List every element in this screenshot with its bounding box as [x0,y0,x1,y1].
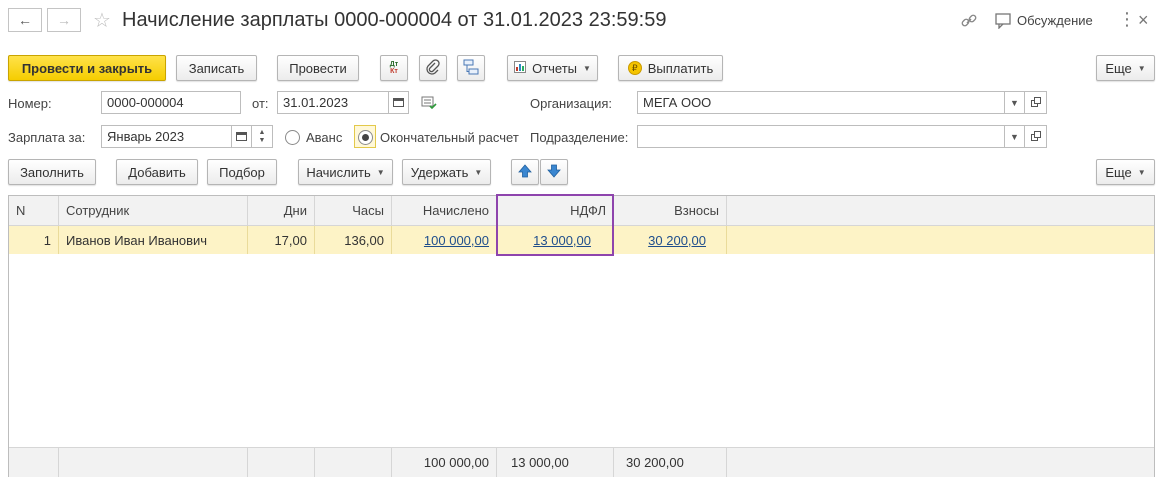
footer-cell [315,447,392,477]
more-button[interactable]: Еще ▼ [1096,55,1155,81]
chevron-down-icon: ▼ [583,63,591,73]
open-window-icon [1030,130,1041,143]
date-label: от: [252,96,269,111]
accruals-table[interactable]: N Сотрудник Дни Часы Начислено НДФЛ Взно… [8,195,1155,477]
arrow-up-icon [518,163,532,181]
discussion-link[interactable]: Обсуждение [1017,13,1093,28]
number-label: Номер: [8,96,52,111]
department-open-button[interactable] [1025,125,1047,148]
footer-cell [727,447,1154,477]
discussion-icon[interactable] [995,13,1013,32]
column-header-spacer [727,196,1154,226]
department-dropdown-button[interactable]: ▼ [1005,125,1025,148]
hierarchy-icon [463,59,479,78]
column-header-days[interactable]: Дни [248,196,315,226]
date-field[interactable]: 31.01.2023 [277,91,389,114]
chevron-down-icon: ▼ [1010,131,1019,142]
cell-contributions[interactable]: 30 200,00 [614,226,727,254]
column-header-ndfl[interactable]: НДФЛ [497,196,614,226]
footer-cell [9,447,59,477]
arrow-right-icon: → [57,12,71,28]
close-icon[interactable]: × [1138,10,1149,31]
organization-open-button[interactable] [1025,91,1047,114]
post-button[interactable]: Провести [277,55,359,81]
ndfl-link[interactable]: 13 000,00 [533,233,591,248]
dt-kt-button[interactable]: Дт Кт [380,55,408,81]
column-header-accrued[interactable]: Начислено [392,196,497,226]
back-button[interactable]: ← [8,8,42,32]
final-settlement-radio[interactable] [358,130,373,145]
column-header-hours[interactable]: Часы [315,196,392,226]
advance-radio-label: Аванс [306,130,343,145]
period-calendar-button[interactable] [232,125,252,148]
select-button[interactable]: Подбор [207,159,277,185]
organization-dropdown-button[interactable]: ▼ [1005,91,1025,114]
withhold-button[interactable]: Удержать ▼ [402,159,491,185]
ruble-coin-icon: ₽ [627,61,642,75]
save-button[interactable]: Записать [176,55,257,81]
department-field[interactable] [637,125,1005,148]
salary-period-field[interactable]: Январь 2023 [101,125,232,148]
total-contributions: 30 200,00 [614,447,727,477]
page-title: Начисление зарплаты 0000-000004 от 31.01… [122,9,667,31]
dt-kt-icon: Дт Кт [389,61,399,75]
calendar-icon [236,131,247,143]
cell-hours[interactable]: 136,00 [315,226,392,254]
cell-n[interactable]: 1 [9,226,59,254]
cell-ndfl[interactable]: 13 000,00 [497,226,614,254]
cell-spacer [727,226,1154,254]
number-field[interactable]: 0000-000004 [101,91,241,114]
paperclip-icon [426,58,440,78]
department-label: Подразделение: [530,130,629,145]
organization-label: Организация: [530,96,613,111]
cell-accrued[interactable]: 100 000,00 [392,226,497,254]
post-and-close-button[interactable]: Провести и закрыть [8,55,166,81]
footer-cell [59,447,248,477]
advance-radio[interactable] [285,130,300,145]
forward-button[interactable]: → [47,8,81,32]
add-button[interactable]: Добавить [116,159,198,185]
arrow-left-icon: ← [18,12,32,28]
spin-down-icon[interactable]: ▼ [259,137,266,145]
chevron-down-icon: ▼ [1137,63,1146,73]
footer-cell [248,447,315,477]
chevron-down-icon: ▼ [1137,167,1146,177]
chevron-down-icon: ▼ [474,167,483,177]
favorite-star-icon[interactable]: ☆ [93,8,111,33]
report-icon [514,60,527,76]
contributions-link[interactable]: 30 200,00 [648,233,706,248]
column-header-contributions[interactable]: Взносы [614,196,727,226]
accrued-link[interactable]: 100 000,00 [424,233,489,248]
arrow-down-icon [547,164,561,181]
reports-button[interactable]: Отчеты ▼ [507,55,598,81]
pay-button[interactable]: ₽ Выплатить [618,55,723,81]
move-down-button[interactable] [540,159,568,185]
total-ndfl: 13 000,00 [497,447,614,477]
fill-button[interactable]: Заполнить [8,159,96,185]
column-header-n[interactable]: N [9,196,59,226]
spin-up-icon[interactable]: ▲ [259,129,266,137]
chevron-down-icon: ▼ [1010,97,1019,108]
chevron-down-icon: ▼ [376,167,385,177]
calendar-icon [393,97,404,109]
final-settlement-label: Окончательный расчет [380,130,519,145]
link-icon[interactable] [960,12,978,33]
cell-employee[interactable]: Иванов Иван Иванович [59,226,248,254]
cell-days[interactable]: 17,00 [248,226,315,254]
structure-button[interactable] [457,55,485,81]
salary-for-label: Зарплата за: [8,130,86,145]
open-window-icon [1030,96,1041,109]
move-up-button[interactable] [511,159,539,185]
organization-field[interactable]: МЕГА ООО [637,91,1005,114]
period-spinner[interactable]: ▲ ▼ [252,125,273,148]
column-header-employee[interactable]: Сотрудник [59,196,248,226]
accrue-button[interactable]: Начислить ▼ [298,159,393,185]
table-more-button[interactable]: Еще ▼ [1096,159,1155,185]
total-accrued: 100 000,00 [392,447,497,477]
more-menu-icon[interactable]: ⋮ [1118,10,1136,28]
attach-button[interactable] [419,55,447,81]
calendar-button[interactable] [389,91,409,114]
document-check-icon[interactable] [421,96,437,113]
